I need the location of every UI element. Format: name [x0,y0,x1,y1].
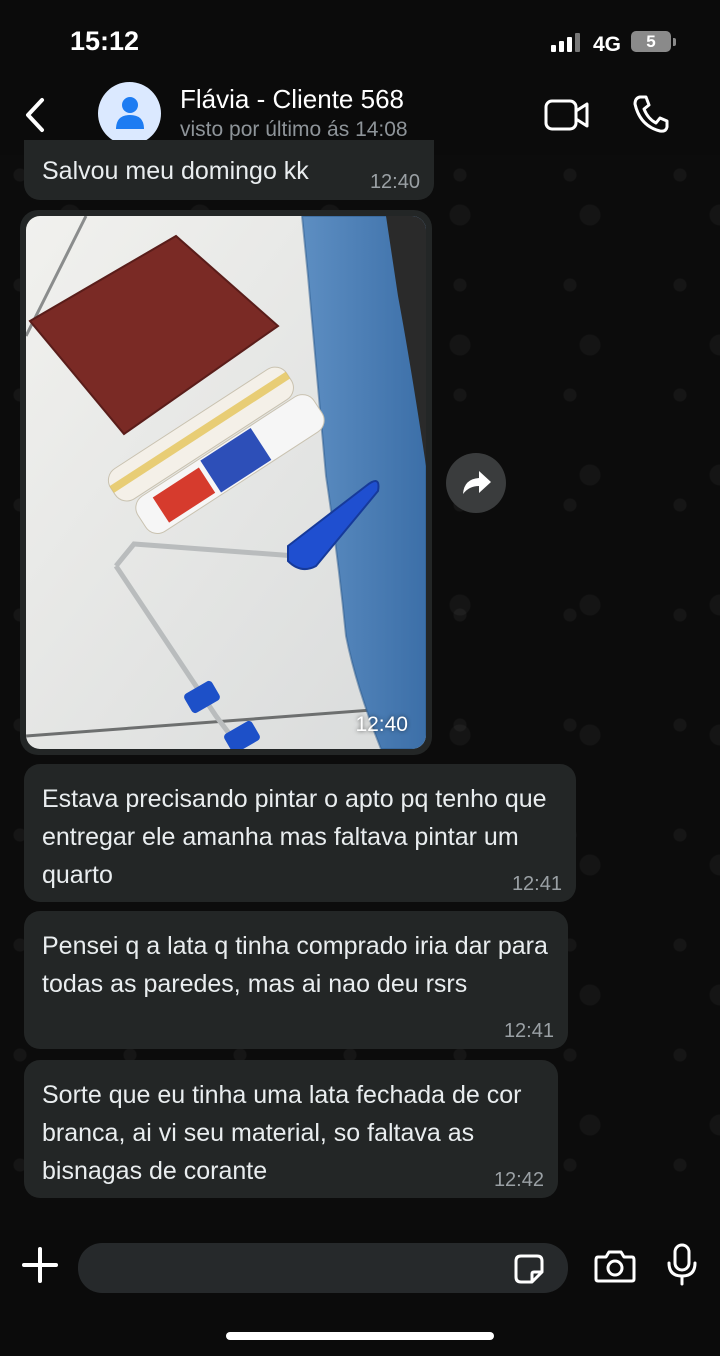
avatar[interactable] [98,82,161,145]
message-bubble[interactable]: Pensei q a lata q tinha comprado iria da… [24,911,568,1049]
message-text: Estava precisando pintar o apto pq tenho… [42,785,547,889]
signal-icon [551,32,581,52]
plus-icon[interactable] [20,1245,60,1290]
message-time: 12:41 [511,873,562,895]
forward-icon [463,471,491,494]
contact-name[interactable]: Flávia - Cliente 568 [180,84,404,115]
image-message[interactable]: 12:40 [20,210,432,755]
message-time: 12:42 [493,1169,544,1191]
back-icon[interactable] [22,96,52,134]
message-input[interactable] [78,1243,568,1293]
camera-icon[interactable] [594,1248,636,1289]
battery-tip [673,38,676,46]
phone-call-icon[interactable] [632,94,670,139]
video-call-icon[interactable] [544,98,590,137]
microphone-icon[interactable] [666,1243,698,1292]
network-label: 4G [593,33,622,56]
status-time: 15:12 [70,26,140,56]
message-time: 12:41 [503,1020,554,1042]
paint-supplies-photo[interactable]: 12:40 [26,216,426,749]
message-time: 12:40 [355,713,408,736]
person-icon [116,97,144,129]
message-bubble[interactable]: Estava precisando pintar o apto pq tenho… [24,764,576,902]
contact-last-seen: visto por último ás 14:08 [180,118,408,141]
sticker-icon[interactable] [512,1252,546,1291]
message-time: 12:40 [369,171,420,193]
status-bar: 15:12 4G 5 [0,0,720,80]
message-bubble[interactable]: Sorte que eu tinha uma lata fechada de c… [24,1060,558,1198]
battery-level: 5 [646,32,656,51]
home-indicator[interactable] [226,1332,494,1340]
message-bubble[interactable]: Salvou meu domingo kk 12:40 [24,140,434,200]
message-text: Salvou meu domingo kk [42,157,309,185]
message-text: Pensei q a lata q tinha comprado iria da… [42,932,548,998]
forward-button[interactable] [446,453,506,513]
message-text: Sorte que eu tinha uma lata fechada de c… [42,1081,522,1185]
battery-icon: 5 [631,31,671,52]
